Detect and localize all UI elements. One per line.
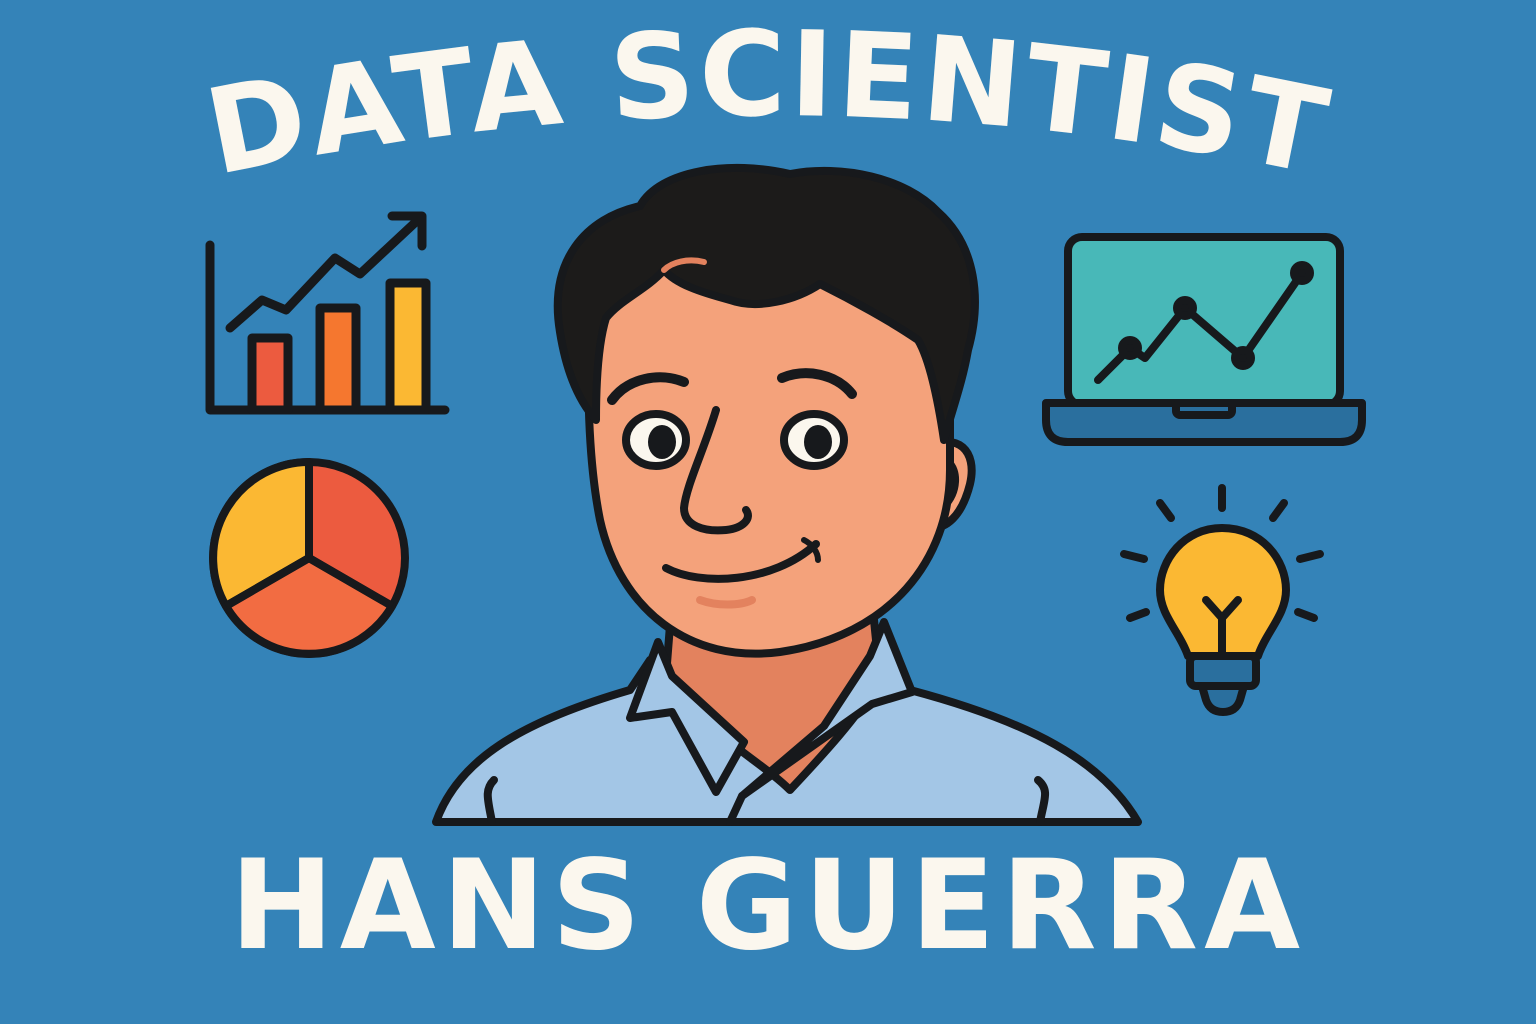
character-portrait (432, 163, 1142, 826)
laptop-notch (1172, 399, 1236, 419)
lightbulb-idea-icon (1120, 484, 1324, 716)
bar-2 (315, 303, 361, 415)
laptop-line-chart-icon (1042, 233, 1366, 446)
person-name: HANS GUERRA (230, 834, 1306, 978)
bulb-base (1186, 652, 1260, 690)
bar-chart-trend-icon (205, 211, 450, 415)
bar-1 (247, 333, 293, 415)
poster-artwork: DATA SCIENTIST HANS GUERRA (196, 5, 1366, 978)
bar-3 (385, 278, 431, 415)
pie-chart-icon (209, 458, 409, 658)
